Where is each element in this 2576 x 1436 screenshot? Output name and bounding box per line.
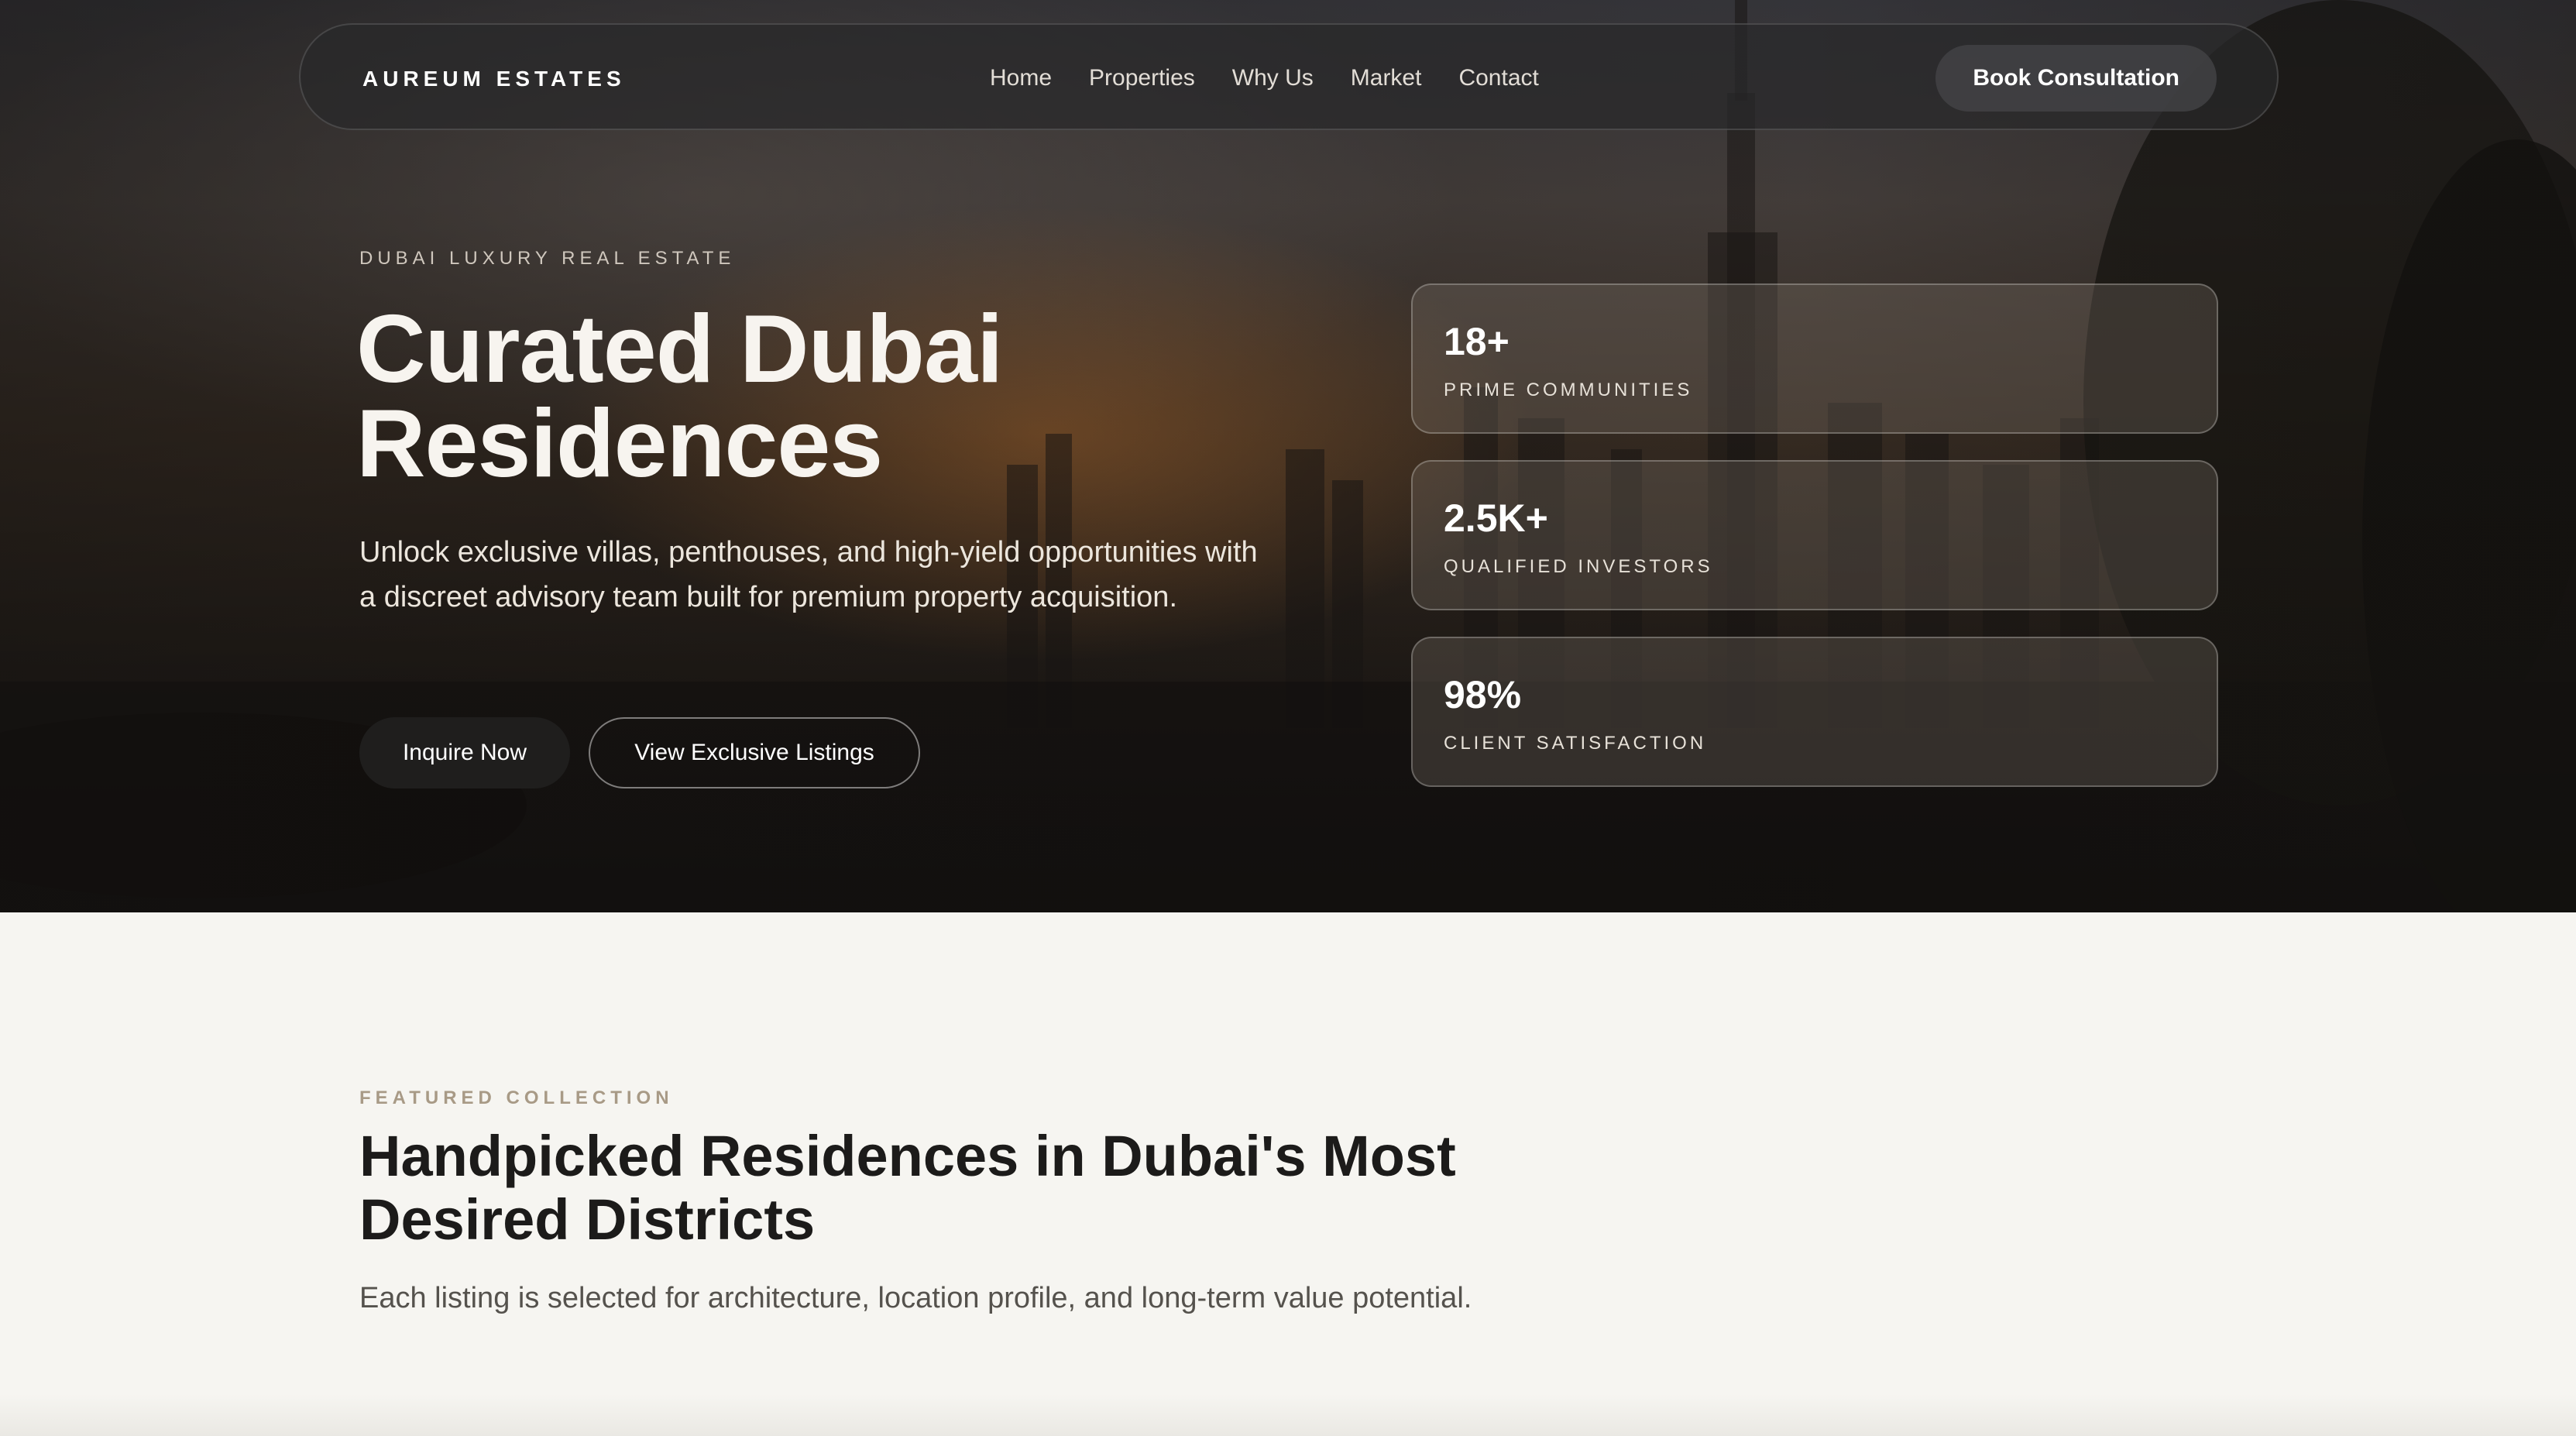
nav-link-why-us[interactable]: Why Us (1232, 65, 1314, 91)
stat-card-communities: 18+ PRIME COMMUNITIES (1411, 283, 2218, 434)
brand-logo[interactable]: AUREUM ESTATES (362, 67, 626, 91)
top-navbar: AUREUM ESTATES Home Properties Why Us Ma… (299, 23, 2279, 130)
stat-card-satisfaction: 98% CLIENT SATISFACTION (1411, 637, 2218, 787)
hero-eyebrow: DUBAI LUXURY REAL ESTATE (359, 248, 736, 269)
hero-section: AUREUM ESTATES Home Properties Why Us Ma… (0, 0, 2576, 912)
featured-title: Handpicked Residences in Dubai's Most De… (359, 1124, 1456, 1252)
stat-label: PRIME COMMUNITIES (1444, 380, 1693, 400)
hero-title-line-2: Residences (356, 390, 883, 497)
section-fade (0, 1394, 2576, 1436)
view-listings-button[interactable]: View Exclusive Listings (589, 717, 920, 788)
featured-subtitle: Each listing is selected for architectur… (359, 1282, 1472, 1314)
inquire-now-button[interactable]: Inquire Now (359, 717, 570, 788)
hero-title-line-1: Curated Dubai (356, 296, 1003, 403)
nav-link-contact[interactable]: Contact (1458, 65, 1538, 91)
nav-link-properties[interactable]: Properties (1089, 65, 1195, 91)
featured-eyebrow: FEATURED COLLECTION (359, 1087, 674, 1108)
stat-value: 18+ (1444, 320, 1510, 363)
stat-label: CLIENT SATISFACTION (1444, 733, 1707, 754)
nav-link-home[interactable]: Home (990, 65, 1052, 91)
stat-card-investors: 2.5K+ QUALIFIED INVESTORS (1411, 460, 2218, 610)
stat-label: QUALIFIED INVESTORS (1444, 556, 1713, 577)
nav-links: Home Properties Why Us Market Contact (990, 65, 1539, 91)
nav-link-market[interactable]: Market (1351, 65, 1422, 91)
stat-value: 2.5K+ (1444, 496, 1548, 540)
book-consultation-button[interactable]: Book Consultation (1935, 45, 2217, 112)
stat-value: 98% (1444, 673, 1522, 716)
hero-title: Curated Dubai Residences (356, 301, 1208, 492)
hero-subtitle: Unlock exclusive villas, penthouses, and… (359, 536, 1258, 613)
